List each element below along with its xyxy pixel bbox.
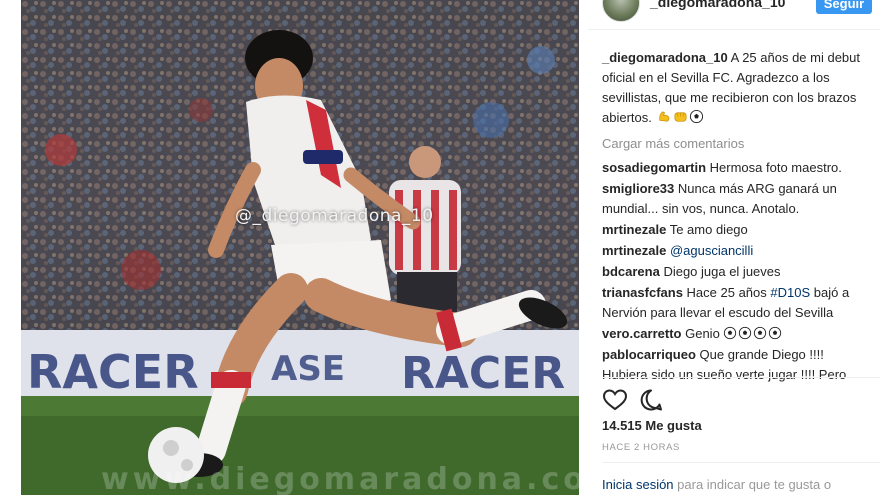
- comment-username[interactable]: pablocarriqueo: [602, 347, 696, 362]
- list-item: mrtinezale @agusciancilli: [602, 241, 870, 261]
- comments-list: _diegomaradona_10 A 25 años de mi debut …: [602, 48, 870, 386]
- football-player-photo: RACER ASE RACER: [21, 0, 579, 495]
- comment-username[interactable]: sosadiegomartin: [602, 160, 706, 175]
- post-photo[interactable]: RACER ASE RACER @_diegomaradona_10 www.d…: [21, 0, 579, 495]
- post-sidebar: _diegomaradona_10 Seguir _diegomaradona_…: [588, 0, 880, 495]
- comment-username[interactable]: mrtinezale: [602, 222, 666, 237]
- svg-text:RACER: RACER: [401, 348, 565, 399]
- divider: [602, 462, 880, 463]
- list-item: pablocarriqueo Que grande Diego !!!! Hub…: [602, 345, 870, 385]
- soccer-ball-emoji: [769, 326, 782, 340]
- comment-text: Hermosa foto maestro.: [709, 160, 842, 175]
- comment-username[interactable]: mrtinezale: [602, 243, 666, 258]
- login-prompt-text: para indicar que te gusta o: [673, 477, 832, 492]
- flexed-biceps-emoji: [658, 111, 669, 122]
- comment-icon[interactable]: [639, 388, 663, 412]
- login-link[interactable]: Inicia sesión: [602, 477, 674, 492]
- comment-mention-link[interactable]: @agusciancilli: [670, 243, 753, 258]
- comment-text: Diego juga el jueves: [663, 264, 781, 279]
- post-header: _diegomaradona_10 Seguir: [588, 0, 880, 30]
- comment-text: Genio: [685, 326, 720, 341]
- list-item: vero.carretto Genio: [602, 324, 870, 344]
- follow-button[interactable]: Seguir: [816, 0, 872, 14]
- login-prompt: Inicia sesión para indicar que te gusta …: [602, 477, 831, 492]
- soccer-ball-emoji-row: [723, 326, 783, 341]
- comment-username[interactable]: vero.carretto: [602, 326, 681, 341]
- list-item: sosadiegomartin Hermosa foto maestro.: [602, 158, 870, 178]
- soccer-ball-emoji: [689, 109, 703, 124]
- list-item: mrtinezale Te amo diego: [602, 220, 870, 240]
- likes-count[interactable]: 14.515 Me gusta: [602, 418, 702, 433]
- svg-text:ASE: ASE: [271, 349, 345, 389]
- svg-text:RACER: RACER: [27, 345, 199, 399]
- soccer-ball-emoji: [739, 326, 752, 340]
- site-watermark: www.diegomaradona.com: [101, 462, 579, 495]
- comment-username[interactable]: smigliore33: [602, 181, 674, 196]
- soccer-ball-emoji: [754, 326, 767, 340]
- caption-username[interactable]: _diegomaradona_10: [602, 50, 728, 65]
- divider: [602, 377, 880, 378]
- comment-username[interactable]: trianasfcfans: [602, 285, 683, 300]
- comment-text: Te amo diego: [669, 222, 748, 237]
- heart-icon[interactable]: [602, 388, 628, 412]
- hashtag-link[interactable]: #D10S: [770, 285, 810, 300]
- instagram-watermark: @_diegomaradona_10: [235, 206, 434, 226]
- list-item: bdcarena Diego juga el jueves: [602, 262, 870, 282]
- soccer-ball-emoji: [724, 326, 737, 340]
- header-username[interactable]: _diegomaradona_10: [650, 0, 785, 10]
- caption: _diegomaradona_10 A 25 años de mi debut …: [602, 48, 870, 128]
- load-more-comments-link[interactable]: Cargar más comentarios: [602, 134, 870, 154]
- list-item: smigliore33 Nunca más ARG ganará un mund…: [602, 179, 870, 219]
- avatar[interactable]: [602, 0, 640, 22]
- comment-text-before: Hace 25 años: [686, 285, 771, 300]
- list-item: trianasfcfans Hace 25 años #D10S bajó a …: [602, 283, 870, 323]
- post-timestamp: HACE 2 HORAS: [602, 442, 680, 453]
- fist-emoji: [674, 112, 686, 122]
- comment-username[interactable]: bdcarena: [602, 264, 660, 279]
